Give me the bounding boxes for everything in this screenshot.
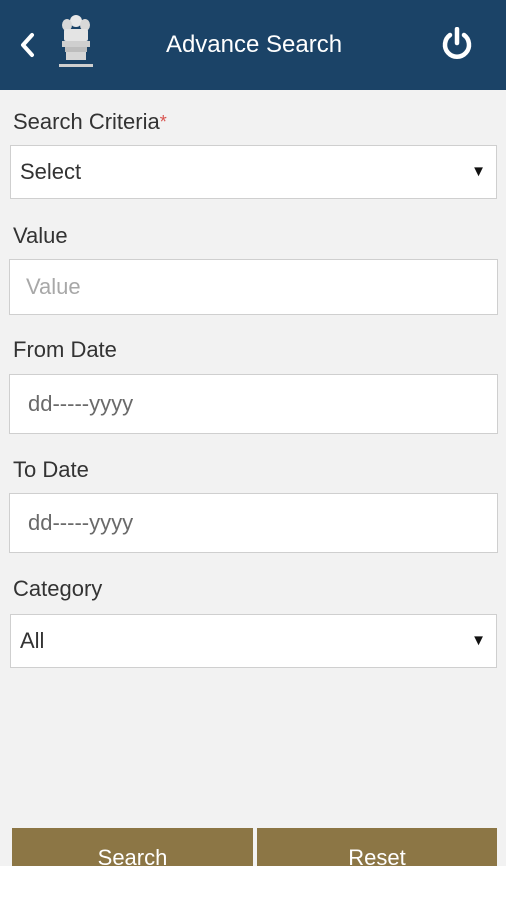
search-criteria-select[interactable]: Select ▼: [10, 145, 497, 199]
page-title: Advance Search: [165, 31, 343, 58]
to-date-value: dd-----yyyy: [28, 510, 134, 535]
to-date-input[interactable]: dd-----yyyy: [9, 493, 498, 553]
search-criteria-label: Search Criteria*: [13, 109, 167, 134]
power-button[interactable]: [438, 25, 476, 63]
bottom-overlay: [0, 866, 506, 900]
from-date-input[interactable]: dd-----yyyy: [9, 374, 498, 434]
dropdown-arrow-icon: ▼: [471, 632, 486, 649]
search-criteria-value: Select: [20, 159, 82, 184]
national-emblem-icon: [59, 15, 93, 67]
category-value: All: [20, 628, 45, 653]
dropdown-arrow-icon: ▼: [471, 163, 486, 180]
category-label: Category: [13, 576, 103, 601]
power-icon: [442, 27, 472, 59]
from-date-value: dd-----yyyy: [28, 391, 134, 416]
value-label: Value: [13, 223, 68, 248]
from-date-label: From Date: [13, 337, 117, 362]
app-header: Advance Search: [0, 0, 506, 90]
to-date-label: To Date: [13, 457, 89, 482]
back-button[interactable]: [12, 30, 42, 60]
value-input[interactable]: [9, 259, 498, 315]
chevron-left-icon: [21, 33, 34, 57]
category-select[interactable]: All ▼: [10, 614, 497, 668]
required-mark: *: [159, 112, 167, 132]
